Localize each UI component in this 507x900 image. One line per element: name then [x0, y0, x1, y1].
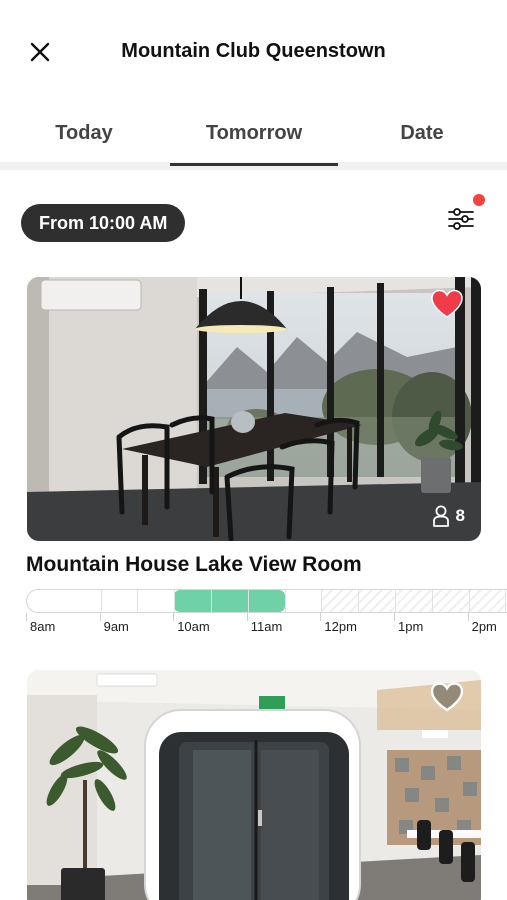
timeline-gridline: [505, 590, 507, 612]
page-title: Mountain Club Queenstown: [121, 40, 386, 62]
timeline-hour-label: 10am: [177, 619, 210, 634]
room-name[interactable]: Mountain House Lake View Room: [26, 553, 362, 577]
timeline-hour-tick: [26, 613, 27, 621]
timeline-hour-tick: [467, 613, 469, 621]
timeline-hour-label: 11am: [250, 619, 283, 634]
timeline-hour-label: 2pm: [471, 619, 497, 634]
timeline-gridline: [174, 590, 176, 612]
timeline-hour-label: 12pm: [324, 619, 357, 634]
timeline-gridline: [211, 590, 212, 612]
timeline-hour-label: 1pm: [398, 619, 424, 634]
phone-booth-photo: [27, 670, 481, 900]
favorite-button[interactable]: [431, 289, 463, 319]
tab-date[interactable]: Date: [338, 122, 506, 145]
person-icon: [432, 505, 449, 527]
timeline-gridline: [247, 590, 249, 612]
unavailable-hours: [321, 590, 507, 612]
timeline-gridline: [468, 590, 470, 612]
availability-timeline[interactable]: [26, 589, 507, 613]
timeline-hour-tick: [246, 613, 248, 621]
tab-today[interactable]: Today: [0, 122, 168, 145]
timeline-hour-tick: [394, 613, 395, 621]
timeline-gridline: [137, 590, 139, 612]
filter-row: From 10:00 AM: [0, 200, 507, 248]
timeline-hour-label: 8am: [30, 619, 56, 634]
header: Mountain Club Queenstown: [0, 0, 507, 100]
room-photo[interactable]: 8: [27, 277, 481, 541]
meeting-room-photo: [27, 277, 481, 541]
booked-slot[interactable]: [174, 590, 285, 612]
capacity-count: 8: [455, 506, 465, 525]
timeline-gridline: [431, 590, 433, 612]
timeline-hour-tick: [320, 613, 322, 621]
tab-tomorrow[interactable]: Tomorrow: [170, 122, 338, 145]
sliders-icon: [448, 208, 474, 230]
room-photo-2[interactable]: [27, 670, 481, 900]
timeline-gridline: [284, 590, 286, 612]
timeline-gridline: [395, 590, 396, 612]
filter-button[interactable]: [446, 204, 476, 234]
heart-filled-icon: [431, 289, 463, 318]
timeline-gridline: [358, 590, 360, 612]
timeline-hour-label: 9am: [103, 619, 129, 634]
timeline-gridline: [100, 590, 102, 612]
timeline-hour-tick: [173, 613, 175, 621]
filter-active-dot: [473, 194, 485, 206]
heart-outline-icon: [430, 682, 464, 712]
active-tab-indicator: [170, 163, 338, 166]
timeline-gridline: [321, 590, 323, 612]
capacity-badge: 8: [432, 505, 465, 527]
day-tabs: Today Tomorrow Date: [0, 100, 507, 170]
start-time-chip[interactable]: From 10:00 AM: [21, 204, 186, 242]
timeline-hour-tick: [99, 613, 101, 621]
favorite-button-2[interactable]: [430, 682, 464, 712]
